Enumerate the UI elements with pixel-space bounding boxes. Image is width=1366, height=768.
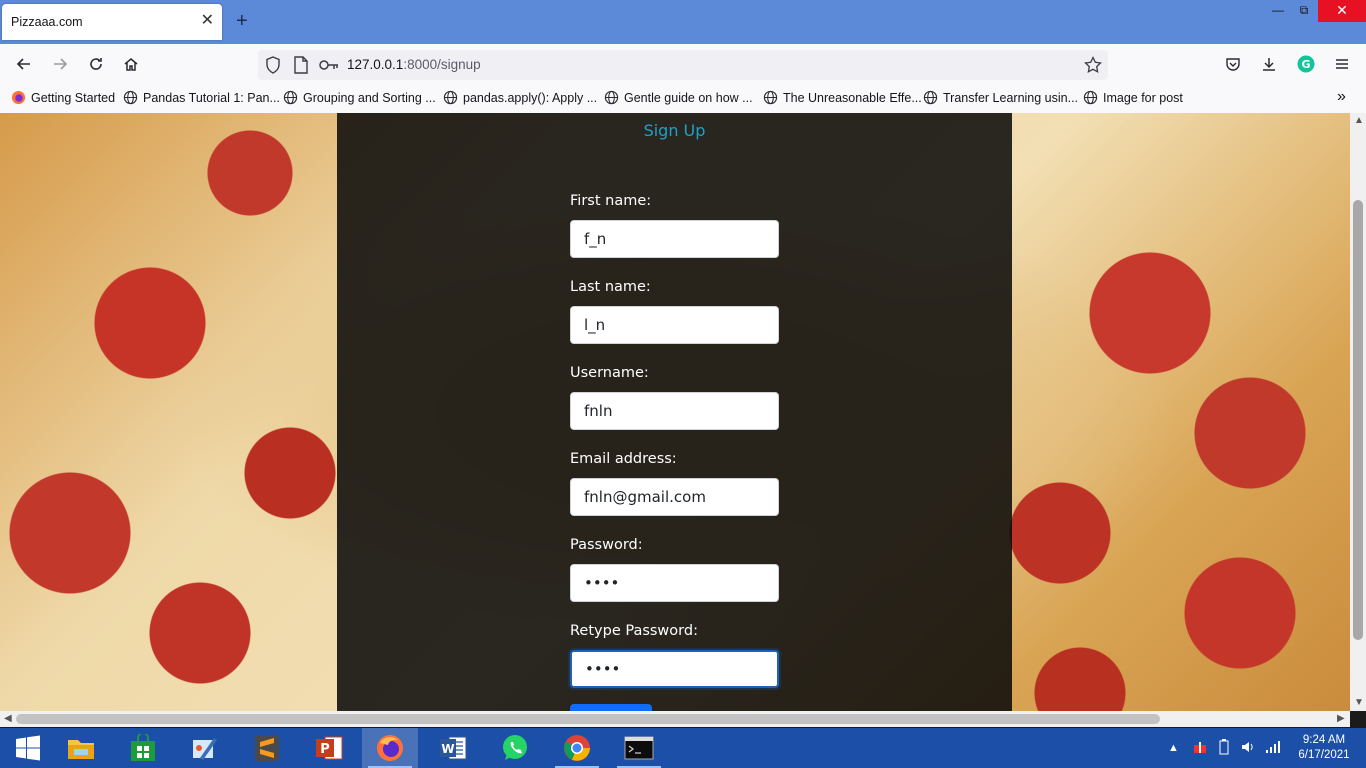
address-bar[interactable]: 127.0.0.1:8000/signup bbox=[258, 50, 1108, 80]
last-name-input[interactable] bbox=[570, 306, 779, 344]
tab-title: Pizzaaa.com bbox=[11, 15, 83, 29]
signup-form-panel: Sign Up First name: Last name: Username:… bbox=[337, 113, 1012, 711]
new-tab-icon[interactable]: + bbox=[236, 10, 248, 32]
word-icon[interactable]: W bbox=[425, 728, 481, 768]
star-icon[interactable] bbox=[1084, 55, 1102, 79]
bookmark-getting-started[interactable]: Getting Started bbox=[11, 90, 115, 105]
pocket-icon[interactable] bbox=[1219, 50, 1247, 78]
taskbar-clock[interactable]: 9:24 AM 6/17/2021 bbox=[1292, 733, 1356, 763]
vertical-scrollbar[interactable]: ▲ ▼ bbox=[1350, 113, 1366, 711]
retype-password-label: Retype Password: bbox=[570, 623, 698, 639]
email-input[interactable] bbox=[570, 478, 779, 516]
submit-button[interactable] bbox=[570, 704, 652, 711]
terminal-icon[interactable] bbox=[611, 728, 667, 768]
first-name-input[interactable] bbox=[570, 220, 779, 258]
home-icon[interactable] bbox=[117, 50, 145, 78]
restore-icon[interactable]: ⧉ bbox=[1288, 0, 1320, 22]
forward-icon[interactable] bbox=[46, 50, 74, 78]
scroll-right-icon[interactable]: ▶ bbox=[1337, 713, 1345, 724]
globe-icon bbox=[763, 90, 778, 105]
show-hidden-icons-icon[interactable]: ▲ bbox=[1168, 742, 1179, 754]
last-name-label: Last name: bbox=[570, 279, 651, 295]
retype-password-input[interactable] bbox=[570, 650, 779, 688]
email-label: Email address: bbox=[570, 451, 677, 467]
scroll-left-icon[interactable]: ◀ bbox=[4, 713, 12, 724]
menu-icon[interactable] bbox=[1328, 50, 1356, 78]
page-icon[interactable] bbox=[294, 56, 308, 79]
whatsapp-icon[interactable] bbox=[487, 728, 543, 768]
password-input[interactable] bbox=[570, 564, 779, 602]
bookmarks-toolbar: Getting Started Pandas Tutorial 1: Pan..… bbox=[0, 84, 1366, 114]
signup-link[interactable]: Sign Up bbox=[337, 121, 1012, 140]
globe-icon bbox=[123, 90, 138, 105]
store-icon[interactable] bbox=[115, 728, 171, 768]
page-background-pizza: Sign Up First name: Last name: Username:… bbox=[0, 113, 1366, 711]
bookmark-pandas-tutorial[interactable]: Pandas Tutorial 1: Pan... bbox=[123, 90, 280, 105]
downloads-icon[interactable] bbox=[1255, 50, 1283, 78]
first-name-label: First name: bbox=[570, 193, 652, 209]
firefox-icon bbox=[11, 90, 26, 105]
tab-pizzaaa[interactable]: Pizzaaa.com ✕ bbox=[2, 4, 222, 40]
start-icon[interactable] bbox=[0, 728, 56, 768]
paint-app-icon[interactable] bbox=[177, 728, 233, 768]
bookmark-transfer-learning[interactable]: Transfer Learning usin... bbox=[923, 90, 1078, 105]
clock-date: 6/17/2021 bbox=[1298, 749, 1350, 761]
svg-text:P: P bbox=[320, 742, 330, 757]
tab-close-icon[interactable]: ✕ bbox=[201, 11, 214, 31]
globe-icon bbox=[443, 90, 458, 105]
battery-icon[interactable] bbox=[1217, 738, 1231, 758]
username-label: Username: bbox=[570, 365, 649, 381]
globe-icon bbox=[923, 90, 938, 105]
url-text[interactable]: 127.0.0.1:8000/signup bbox=[347, 57, 481, 72]
notification-gift-icon[interactable] bbox=[1193, 740, 1207, 757]
bookmark-unreasonable-effectiveness[interactable]: The Unreasonable Effe... bbox=[763, 90, 922, 105]
bookmark-image-for-post[interactable]: Image for post bbox=[1083, 90, 1183, 105]
horizontal-scroll-thumb[interactable] bbox=[16, 714, 1160, 724]
key-icon[interactable] bbox=[319, 58, 339, 77]
username-input[interactable] bbox=[570, 392, 779, 430]
firefox-taskbar-icon[interactable] bbox=[362, 728, 418, 768]
shield-icon[interactable] bbox=[265, 56, 281, 79]
system-tray: ▲ bbox=[1168, 728, 1281, 768]
network-icon[interactable] bbox=[1265, 740, 1281, 757]
globe-icon bbox=[604, 90, 619, 105]
file-explorer-icon[interactable] bbox=[53, 728, 109, 768]
volume-icon[interactable] bbox=[1241, 740, 1255, 757]
scroll-up-icon[interactable]: ▲ bbox=[1354, 115, 1364, 126]
horizontal-scrollbar[interactable]: ◀ ▶ bbox=[0, 711, 1350, 727]
close-window-icon[interactable]: ✕ bbox=[1318, 0, 1366, 22]
reload-icon[interactable] bbox=[82, 50, 110, 78]
scroll-down-icon[interactable]: ▼ bbox=[1354, 697, 1364, 708]
windows-taskbar: P W ▲ 9:24 AM 6/17/2021 bbox=[0, 728, 1366, 768]
chrome-icon[interactable] bbox=[549, 728, 605, 768]
back-icon[interactable] bbox=[10, 50, 38, 78]
more-bookmarks-icon[interactable]: » bbox=[1337, 88, 1346, 106]
svg-text:W: W bbox=[441, 742, 454, 756]
vertical-scroll-thumb[interactable] bbox=[1353, 200, 1363, 640]
globe-icon bbox=[283, 90, 298, 105]
bookmark-pandas-apply[interactable]: pandas.apply(): Apply ... bbox=[443, 90, 597, 105]
clock-time: 9:24 AM bbox=[1302, 734, 1346, 746]
grammarly-icon[interactable]: G bbox=[1292, 50, 1320, 78]
powerpoint-icon[interactable]: P bbox=[301, 728, 357, 768]
password-label: Password: bbox=[570, 537, 643, 553]
svg-text:G: G bbox=[1301, 58, 1310, 71]
globe-icon bbox=[1083, 90, 1098, 105]
bookmark-grouping-sorting[interactable]: Grouping and Sorting ... bbox=[283, 90, 436, 105]
sublime-text-icon[interactable] bbox=[239, 728, 295, 768]
title-bar: Pizzaaa.com ✕ + — ⧉ ✕ bbox=[0, 0, 1366, 44]
bookmark-gentle-guide[interactable]: Gentle guide on how ... bbox=[604, 90, 753, 105]
